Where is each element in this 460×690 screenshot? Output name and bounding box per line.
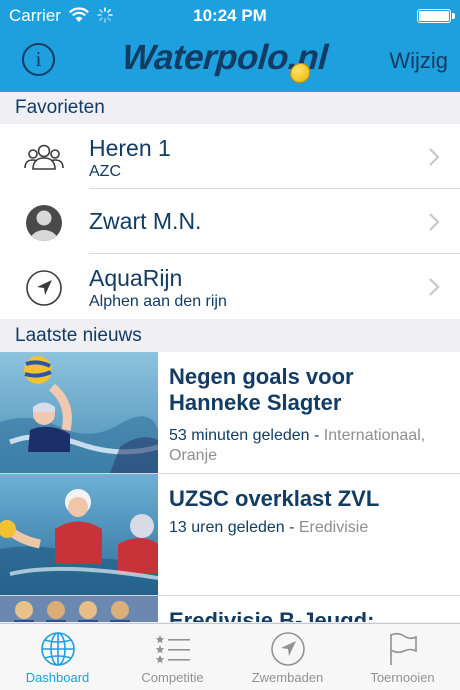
news-thumbnail [0, 352, 158, 473]
tab-toernooien[interactable]: Toernooien [345, 624, 460, 690]
flag-icon [390, 632, 417, 665]
team-icon [24, 144, 64, 170]
news-header: Laatste nieuws [0, 320, 460, 352]
favorite-title: AquaRijn [89, 265, 183, 291]
favorites-header: Favorieten [0, 92, 460, 124]
favorite-row-pool[interactable]: AquaRijn Alphen aan den rijn [0, 254, 460, 319]
tab-label: Toernooien [370, 670, 435, 685]
waterpolo-ball-icon [289, 63, 311, 83]
status-time: 10:24 PM [193, 6, 267, 25]
news-item[interactable]: UZSC overklast ZVL 13 uren geleden - Ere… [0, 474, 460, 596]
chevron-right-icon [429, 213, 440, 231]
favorites-list: Heren 1 AZC Zwart M.N. AquaRijn Alphen a… [0, 124, 460, 319]
news-thumbnail [0, 474, 158, 595]
news-meta-separator: - [309, 427, 324, 444]
news-meta: 53 minuten geleden - Internationaal, Ora… [169, 426, 448, 466]
battery-icon [417, 9, 455, 23]
news-category: Eredivisie [298, 519, 369, 536]
news-list: Negen goals voor Hanneke Slagter 53 minu… [0, 352, 460, 622]
chevron-right-icon [429, 148, 440, 166]
info-button[interactable]: i [22, 43, 55, 76]
tab-bar: Dashboard Competitie Zwembaden Toernooie… [0, 623, 460, 690]
news-meta: 13 uren geleden - Eredivisie [169, 518, 448, 538]
tab-label: Zwembaden [251, 670, 324, 685]
news-item[interactable]: Eredivisie B-Jeugd: [0, 596, 460, 622]
favorite-row-team[interactable]: Heren 1 AZC [0, 124, 460, 189]
favorite-row-player[interactable]: Zwart M.N. [0, 189, 460, 254]
star-list-icon [155, 635, 190, 664]
location-arrow-icon [26, 270, 62, 306]
globe-icon [41, 632, 75, 666]
chevron-right-icon [429, 278, 440, 296]
news-thumbnail [0, 596, 158, 622]
news-time: 53 minuten geleden [169, 427, 310, 444]
news-meta-separator: - [284, 519, 299, 536]
edit-button[interactable]: Wijzig [389, 48, 448, 74]
app-logo: Waterpolo.nl [120, 38, 329, 84]
favorite-title: Heren 1 [89, 135, 171, 161]
tab-dashboard[interactable]: Dashboard [0, 624, 115, 690]
top-bar: Carrier 10:24 PM i Waterpolo.nl Wijzig [0, 0, 460, 92]
person-icon [26, 205, 62, 241]
tab-label: Dashboard [25, 670, 90, 685]
compass-arrow-icon [271, 632, 305, 666]
news-headline: UZSC overklast ZVL [169, 486, 380, 511]
news-item[interactable]: Negen goals voor Hanneke Slagter 53 minu… [0, 352, 460, 474]
news-headline: Negen goals voor Hanneke Slagter [169, 364, 354, 415]
favorite-title: Zwart M.N. [89, 208, 202, 234]
favorite-subtitle: AZC [89, 163, 121, 180]
tab-zwembaden[interactable]: Zwembaden [230, 624, 345, 690]
tab-competitie[interactable]: Competitie [115, 624, 230, 690]
favorite-subtitle: Alphen aan den rijn [89, 293, 227, 310]
news-headline: Eredivisie B-Jeugd: [169, 608, 375, 622]
status-bar: Carrier 10:24 PM [0, 0, 460, 32]
news-time: 13 uren geleden [169, 519, 285, 536]
tab-label: Competitie [141, 670, 204, 685]
